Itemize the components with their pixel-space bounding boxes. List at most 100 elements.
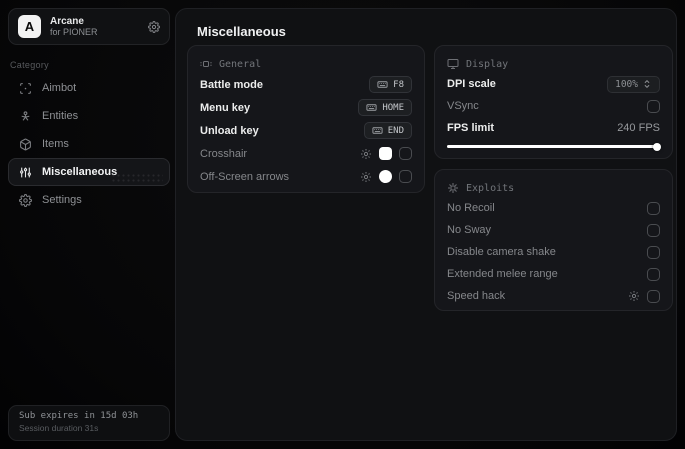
subscription-card: Sub expires in 15d 03h Session duration … xyxy=(8,405,170,441)
speed-hack-row: Speed hack xyxy=(447,285,660,307)
menu-key-keybind[interactable]: HOME xyxy=(358,99,412,116)
miscellaneous-icon xyxy=(19,166,32,179)
page-title: Miscellaneous xyxy=(197,24,286,39)
app-window: A Arcane for PIONER Category Aimbot Enti… xyxy=(0,0,685,449)
vsync-checkbox[interactable] xyxy=(647,99,660,113)
dpi-scale-select[interactable]: 100% xyxy=(607,75,660,93)
no-sway-label: No Sway xyxy=(447,224,492,236)
gear-icon[interactable] xyxy=(360,171,372,183)
sidebar-item-settings[interactable]: Settings xyxy=(8,186,170,214)
crosshair-checkbox[interactable] xyxy=(399,147,412,160)
crosshair-label: Crosshair xyxy=(200,147,248,160)
crosshair-row: Crosshair xyxy=(200,142,412,165)
sidebar-item-label: Aimbot xyxy=(42,82,77,94)
battle-mode-keybind[interactable]: F8 xyxy=(369,76,412,93)
disable-camera-shake-row: Disable camera shake xyxy=(447,241,660,263)
no-recoil-row: No Recoil xyxy=(447,197,660,219)
battle-mode-label: Battle mode xyxy=(200,78,263,91)
no-recoil-checkbox[interactable] xyxy=(647,201,660,215)
menu-key-row: Menu key HOME xyxy=(200,96,412,119)
crosshair-controls xyxy=(360,147,412,160)
vsync-label: VSync xyxy=(447,100,479,112)
exploits-panel: Exploits No Recoil No Sway Disable camer… xyxy=(434,169,673,311)
sidebar-item-label: Settings xyxy=(42,194,82,206)
grid-icon xyxy=(200,58,212,70)
fps-limit-label: FPS limit xyxy=(447,122,495,134)
no-sway-row: No Sway xyxy=(447,219,660,241)
exploits-panel-header: Exploits xyxy=(447,179,660,197)
slider-knob[interactable] xyxy=(653,142,661,151)
sidebar-item-miscellaneous[interactable]: Miscellaneous xyxy=(8,158,170,186)
general-panel: General Battle mode F8 Menu key HOME Unl… xyxy=(187,45,425,193)
keybind-value: F8 xyxy=(393,79,404,90)
gear-icon[interactable] xyxy=(148,20,160,33)
brand-card: A Arcane for PIONER xyxy=(8,8,170,45)
fps-limit-row: FPS limit 240 FPS xyxy=(447,117,660,139)
keybind-value: HOME xyxy=(382,102,404,113)
unload-key-keybind[interactable]: END xyxy=(363,122,412,139)
sidebar-item-aimbot[interactable]: Aimbot xyxy=(8,74,170,102)
brand-logo: A xyxy=(18,15,41,38)
offscreen-arrows-color-swatch[interactable] xyxy=(379,170,392,183)
brand-title: Arcane xyxy=(50,15,84,27)
sidebar-item-label: Items xyxy=(42,138,69,150)
speed-hack-controls xyxy=(628,289,660,303)
gear-icon[interactable] xyxy=(360,148,372,160)
offscreen-arrows-controls xyxy=(360,170,412,183)
vsync-row: VSync xyxy=(447,95,660,117)
speed-hack-label: Speed hack xyxy=(447,290,506,302)
extended-melee-range-label: Extended melee range xyxy=(447,268,558,280)
no-sway-checkbox[interactable] xyxy=(647,223,660,237)
offscreen-arrows-checkbox[interactable] xyxy=(399,170,412,183)
main-content: Miscellaneous General Battle mode F8 Men… xyxy=(175,8,677,441)
items-icon xyxy=(19,138,32,151)
bug-icon xyxy=(447,182,459,194)
display-panel: Display DPI scale 100% VSync FPS limit 2… xyxy=(434,45,673,159)
unload-key-label: Unload key xyxy=(200,124,259,137)
slider-fill xyxy=(447,145,660,148)
sub-expires-text: Sub expires in 15d 03h xyxy=(19,411,139,421)
brand-subtitle: for PIONER xyxy=(50,27,98,38)
sidebar-nav: Aimbot Entities Items Miscellaneous Sett… xyxy=(8,74,170,214)
speed-hack-checkbox[interactable] xyxy=(647,289,660,303)
offscreen-arrows-row: Off-Screen arrows xyxy=(200,165,412,188)
dpi-scale-value: 100% xyxy=(615,78,638,90)
sidebar-item-entities[interactable]: Entities xyxy=(8,102,170,130)
no-recoil-label: No Recoil xyxy=(447,202,495,214)
crosshair-color-swatch[interactable] xyxy=(379,147,392,160)
general-panel-header: General xyxy=(200,55,412,73)
disable-camera-shake-checkbox[interactable] xyxy=(647,245,660,259)
chevrons-up-down-icon xyxy=(642,79,652,89)
extended-melee-range-checkbox[interactable] xyxy=(647,267,660,281)
dpi-scale-row: DPI scale 100% xyxy=(447,73,660,95)
sidebar: A Arcane for PIONER Category Aimbot Enti… xyxy=(8,8,170,441)
panel-title: General xyxy=(219,58,262,70)
keybind-value: END xyxy=(387,125,404,136)
sidebar-item-items[interactable]: Items xyxy=(8,130,170,158)
extended-melee-range-row: Extended melee range xyxy=(447,263,660,285)
disable-camera-shake-label: Disable camera shake xyxy=(447,246,556,258)
fps-limit-slider[interactable] xyxy=(447,140,661,152)
gear-icon[interactable] xyxy=(628,290,640,302)
aimbot-icon xyxy=(19,82,32,95)
dpi-scale-label: DPI scale xyxy=(447,78,496,90)
dot-texture xyxy=(111,173,163,182)
keyboard-icon xyxy=(377,79,388,90)
entities-icon xyxy=(19,110,32,123)
keyboard-icon xyxy=(366,102,377,113)
sidebar-item-label: Miscellaneous xyxy=(42,166,118,178)
offscreen-arrows-label: Off-Screen arrows xyxy=(200,170,290,183)
battle-mode-row: Battle mode F8 xyxy=(200,73,412,96)
settings-icon xyxy=(19,193,32,207)
brand-text: Arcane for PIONER xyxy=(50,16,139,38)
sidebar-item-label: Entities xyxy=(42,110,79,122)
panel-title: Exploits xyxy=(466,182,515,194)
category-label: Category xyxy=(10,60,49,70)
unload-key-row: Unload key END xyxy=(200,119,412,142)
session-duration-text: Session duration 31s xyxy=(19,423,99,433)
fps-limit-value: 240 FPS xyxy=(617,122,660,134)
keyboard-icon xyxy=(372,125,383,136)
menu-key-label: Menu key xyxy=(200,101,251,114)
display-panel-header: Display xyxy=(447,55,660,73)
monitor-icon xyxy=(447,58,459,70)
